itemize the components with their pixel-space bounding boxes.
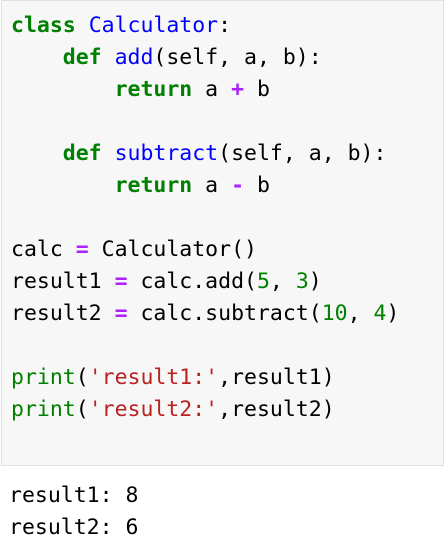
operator: = [75,237,89,262]
code-text: a [192,77,232,102]
code-line-5: def subtract(self, a, b): [11,138,399,170]
code-line-8: calc = Calculator() [11,234,399,266]
code-text: a [192,173,232,198]
code-text: ( [75,397,89,422]
code-text: b [244,77,270,102]
code-text: (self, a, b): [153,45,322,70]
code-text: result2 [11,301,115,326]
code-text: ( [75,365,89,390]
builtin-print: print [11,365,76,390]
code-text: ,result2) [218,397,335,422]
operator: = [114,301,128,326]
number-literal: 10 [321,301,348,326]
code-line-13: print('result2:',result2) [11,394,399,426]
code-line-2: def add(self, a, b): [11,42,399,74]
number-literal: 3 [295,269,309,294]
code-text: ,result1) [218,365,335,390]
keyword-def: def [62,141,102,166]
string-literal: 'result1:' [88,365,219,390]
keyword-return: return [114,173,193,198]
code-line-12: print('result1:',result1) [11,362,399,394]
code-text: Calculator() [88,237,257,262]
code-text: (self, a, b): [218,141,387,166]
code-text: : [218,13,232,38]
operator: + [231,77,245,102]
number-literal: 4 [373,301,387,326]
code-text: result1 [11,269,115,294]
keyword-return: return [114,77,193,102]
operator: - [231,173,245,198]
code-line-9: result1 = calc.add(5, 3) [11,266,399,298]
number-literal: 5 [256,269,270,294]
class-name: Calculator [88,13,219,38]
code-text: , [347,301,374,326]
code-cell[interactable]: class Calculator: def add(self, a, b): r… [1,0,444,466]
output-line-2: result2: 6 [9,515,139,540]
code-text: ) [386,301,400,326]
code-text: calc [11,237,76,262]
operator: = [114,269,128,294]
function-name: add [114,45,154,70]
output-line-1: result1: 8 [9,483,139,508]
code-text: calc.add( [127,269,257,294]
builtin-print: print [11,397,76,422]
code-line-1: class Calculator: [11,10,399,42]
cell-output: result1: 8 result2: 6 [9,480,138,544]
code-text: , [269,269,296,294]
string-literal: 'result2:' [88,397,219,422]
code-editor[interactable]: class Calculator: def add(self, a, b): r… [11,10,399,426]
keyword-def: def [62,45,102,70]
code-text: ) [308,269,322,294]
function-name: subtract [114,141,219,166]
code-text: calc.subtract( [127,301,322,326]
code-line-10: result2 = calc.subtract(10, 4) [11,298,399,330]
code-line-6: return a - b [11,170,399,202]
keyword-class: class [11,13,76,38]
code-text: b [244,173,270,198]
code-line-3: return a + b [11,74,399,106]
